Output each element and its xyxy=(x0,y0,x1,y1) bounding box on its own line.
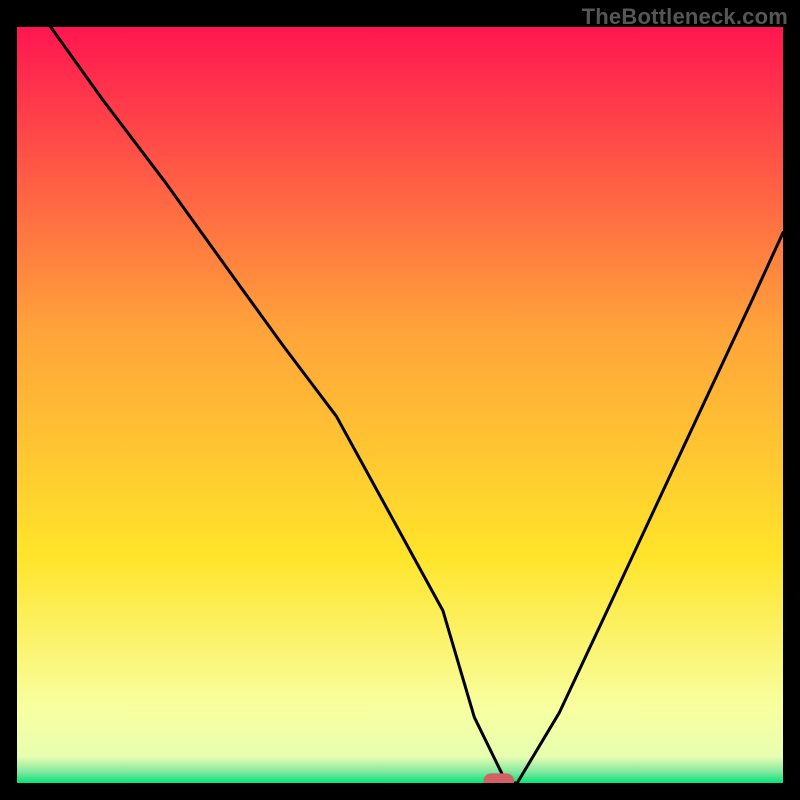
bottleneck-chart xyxy=(17,27,783,783)
chart-frame: TheBottleneck.com xyxy=(0,0,800,800)
minimum-marker xyxy=(484,773,515,783)
